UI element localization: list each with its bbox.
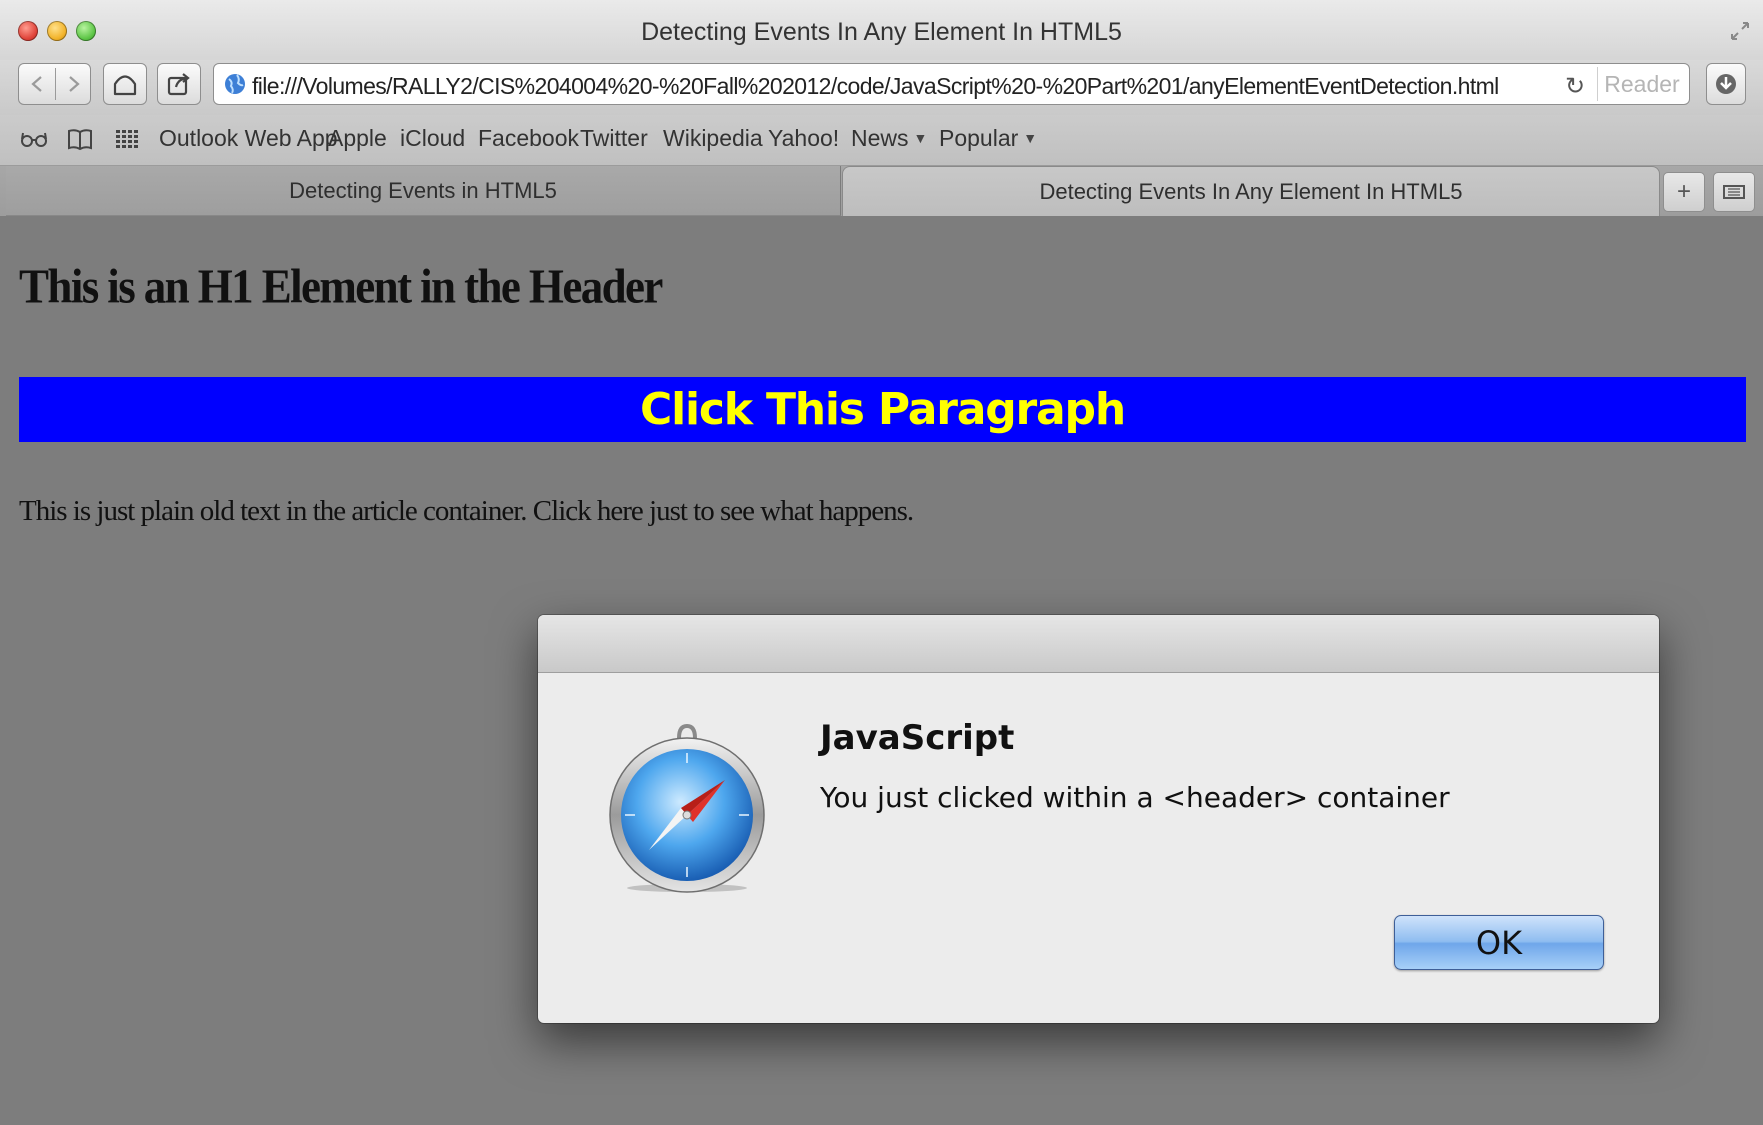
dialog-title: JavaScript	[820, 718, 1015, 758]
click-paragraph[interactable]: Click This Paragraph	[19, 377, 1746, 442]
bookmarks-bar: Outlook Web App Apple iCloud Facebook Tw…	[0, 115, 1763, 166]
home-icon	[113, 75, 137, 96]
downloads-button[interactable]	[1706, 63, 1746, 105]
tab-overview-button[interactable]	[1713, 172, 1755, 212]
reading-list-icon[interactable]	[20, 127, 48, 151]
home-button[interactable]	[103, 63, 147, 105]
tab-label: Detecting Events in HTML5	[289, 177, 557, 203]
bookmark-yahoo[interactable]: Yahoo!	[768, 125, 839, 152]
bookmark-outlook-web-app[interactable]: Outlook Web App	[159, 125, 338, 152]
browser-window: Detecting Events In Any Element In HTML5	[0, 0, 1763, 1125]
toolbar: file:///Volumes/RALLY2/CIS%204004%20-%20…	[0, 60, 1763, 115]
ok-button[interactable]: OK	[1394, 915, 1604, 970]
tab-bar: Detecting Events in HTML5 Detecting Even…	[0, 166, 1763, 216]
bookmark-news-menu[interactable]: News ▼	[851, 125, 927, 152]
forward-button[interactable]	[56, 64, 92, 104]
fullscreen-icon[interactable]	[1729, 20, 1751, 42]
tab-detecting-events[interactable]: Detecting Events in HTML5	[6, 166, 841, 216]
reload-icon[interactable]: ↻	[1565, 72, 1585, 101]
bookmark-icloud[interactable]: iCloud	[400, 125, 465, 152]
bookmarks-book-icon[interactable]	[66, 127, 94, 151]
forward-arrow-icon	[69, 76, 80, 92]
bookmark-popular-menu[interactable]: Popular ▼	[939, 125, 1037, 152]
window-title: Detecting Events In Any Element In HTML5	[641, 18, 1122, 46]
page-heading[interactable]: This is an H1 Element in the Header	[19, 258, 663, 314]
top-sites-grid-icon[interactable]	[113, 127, 141, 151]
reader-button[interactable]: Reader	[1597, 67, 1686, 101]
tab-list-icon	[1723, 185, 1745, 199]
globe-icon	[225, 74, 245, 94]
javascript-alert-dialog: JavaScript You just clicked within a <he…	[538, 615, 1659, 1023]
dialog-message: You just clicked within a <header> conta…	[820, 781, 1450, 814]
safari-compass-icon	[609, 723, 765, 893]
tab-any-element-events[interactable]: Detecting Events In Any Element In HTML5	[842, 166, 1660, 216]
bookmark-facebook[interactable]: Facebook	[478, 125, 579, 152]
url-text[interactable]: file:///Volumes/RALLY2/CIS%204004%20-%20…	[252, 73, 1499, 100]
share-button[interactable]	[157, 63, 201, 105]
chevron-down-icon: ▼	[913, 130, 928, 146]
address-bar[interactable]: file:///Volumes/RALLY2/CIS%204004%20-%20…	[213, 63, 1690, 105]
chevron-down-icon: ▼	[1023, 130, 1038, 146]
bookmark-wikipedia[interactable]: Wikipedia	[663, 125, 763, 152]
tab-label: Detecting Events In Any Element In HTML5	[1039, 178, 1463, 204]
bookmark-news-label: News	[851, 125, 909, 151]
plus-icon: +	[1676, 178, 1691, 205]
back-arrow-icon	[31, 76, 42, 92]
bookmark-twitter[interactable]: Twitter	[580, 125, 648, 152]
share-icon	[167, 73, 190, 96]
download-icon	[1716, 74, 1736, 94]
back-button[interactable]	[19, 64, 55, 104]
new-tab-button[interactable]: +	[1663, 172, 1705, 212]
article-text[interactable]: This is just plain old text in the artic…	[19, 495, 914, 528]
navigation-buttons	[18, 63, 91, 105]
bookmark-apple[interactable]: Apple	[328, 125, 387, 152]
bookmark-popular-label: Popular	[939, 125, 1019, 151]
dialog-title-bar	[538, 615, 1659, 673]
title-bar: Detecting Events In Any Element In HTML5	[0, 0, 1763, 64]
